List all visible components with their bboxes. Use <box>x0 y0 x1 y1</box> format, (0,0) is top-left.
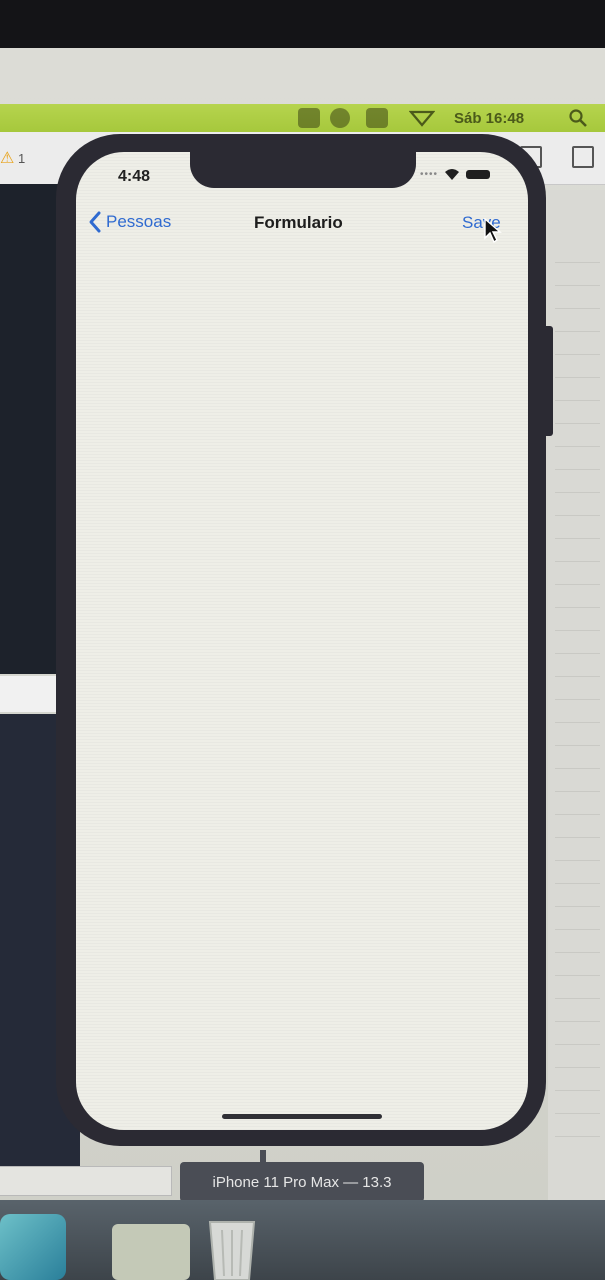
trash-icon[interactable] <box>204 1212 260 1280</box>
inspector-toggle-button[interactable] <box>572 146 594 168</box>
screen-texture <box>76 152 528 1130</box>
warning-badge[interactable]: ⚠ 1 <box>0 148 25 168</box>
back-button[interactable]: Pessoas <box>88 210 171 234</box>
mac-menubar: Sáb 16:48 <box>0 104 605 132</box>
chevron-left-icon <box>89 211 101 233</box>
status-time: 4:48 <box>118 168 151 185</box>
simulator-screen[interactable] <box>76 152 528 1130</box>
menubar-clock[interactable]: Sáb 16:48 <box>454 108 524 128</box>
wifi-menubar-icon[interactable] <box>408 108 436 128</box>
sync-icon[interactable] <box>298 108 320 128</box>
display-icon[interactable] <box>366 108 388 128</box>
nav-title: Formulario <box>254 213 343 232</box>
wifi-icon <box>445 169 460 180</box>
status-indicators: •••• <box>420 168 491 180</box>
label-pointer <box>260 1150 266 1162</box>
simulator-device-label: iPhone 11 Pro Max — 13.3 <box>180 1162 424 1202</box>
warning-icon: ⚠ <box>0 150 15 167</box>
device-side-button[interactable] <box>544 326 553 436</box>
home-indicator[interactable] <box>222 1114 382 1119</box>
status-circle-icon[interactable] <box>330 108 350 128</box>
warning-count: 1 <box>17 151 26 166</box>
xcode-filter-field[interactable] <box>0 1166 172 1196</box>
xcode-editor-strip <box>0 676 56 712</box>
signal-icon: •••• <box>420 168 439 180</box>
search-icon[interactable] <box>566 108 590 128</box>
battery-icon <box>466 169 491 179</box>
back-button-label: Pessoas <box>106 212 172 231</box>
cursor-icon <box>484 218 502 244</box>
device-notch <box>190 152 416 188</box>
inspector-lines <box>555 240 600 1140</box>
mac-dock <box>0 1200 605 1280</box>
dock-folder-icon[interactable] <box>112 1224 190 1280</box>
dock-app-icon[interactable] <box>0 1214 66 1280</box>
monitor-bezel <box>0 0 605 48</box>
